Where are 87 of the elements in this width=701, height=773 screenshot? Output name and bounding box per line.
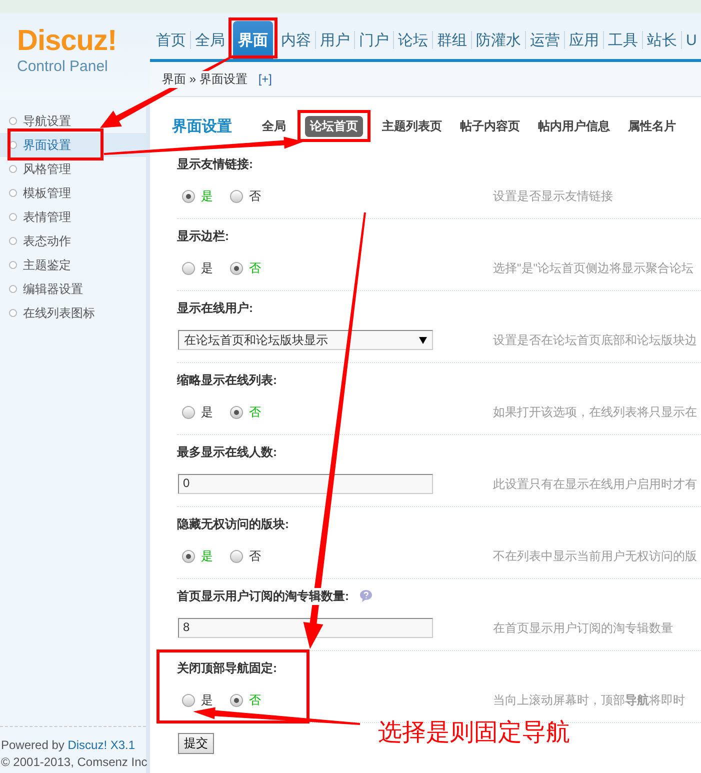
nav-tab[interactable]: 论坛: [396, 21, 430, 59]
bullet-icon: [9, 165, 17, 173]
option-label: 是: [201, 548, 213, 564]
option-label: 是: [201, 260, 213, 276]
option-label: 是: [201, 188, 213, 204]
radio-button[interactable]: [182, 406, 195, 418]
bullet-icon: [9, 213, 17, 221]
setting-label: 关闭顶部导航固定:: [175, 660, 279, 676]
radio-button[interactable]: [182, 262, 195, 274]
sidebar-item[interactable]: 在线列表图标: [0, 301, 146, 325]
help-icon[interactable]: [359, 589, 373, 603]
setting-description: 此设置只有在显示在线用户启用时才有: [493, 476, 697, 492]
input-field[interactable]: 8: [178, 618, 433, 638]
setting-label: 显示边栏:: [175, 228, 231, 244]
sidebar-item[interactable]: 风格管理: [0, 157, 146, 181]
powered-by-text: Powered by Discuz! X3.1: [1, 737, 136, 754]
setting-label: 最多显示在线人数:: [175, 444, 279, 460]
nav-tab[interactable]: 防灌水: [474, 21, 523, 59]
bullet-icon: [9, 237, 17, 245]
nav-tab[interactable]: 运营: [528, 21, 562, 59]
option-label: 否: [249, 548, 261, 564]
bullet-icon: [9, 309, 17, 317]
nav-tab[interactable]: 站长: [645, 21, 679, 59]
bullet-icon: [9, 285, 17, 293]
setting-description: 在首页显示用户订阅的淘专辑数量: [493, 620, 673, 636]
setting-description: 不在列表中显示当前用户无权访问的版: [493, 548, 697, 564]
setting-label: 显示友情链接:: [175, 156, 255, 172]
radio-button[interactable]: [230, 406, 243, 418]
nav-tab[interactable]: 界面: [233, 21, 273, 59]
sub-tab[interactable]: 论坛首页: [305, 116, 363, 136]
caret-icon: [419, 336, 427, 344]
sub-tab[interactable]: 属性名片: [623, 116, 681, 136]
radio-button[interactable]: [230, 190, 243, 202]
nav-tab[interactable]: 用户: [318, 21, 352, 59]
sidebar-item[interactable]: 表情管理: [0, 205, 146, 229]
logo-subtitle: Control Panel: [17, 58, 108, 75]
setting-label: 显示在线用户:: [175, 300, 255, 316]
nav-tab[interactable]: 全局: [193, 21, 227, 59]
nav-tab[interactable]: 门户: [357, 21, 391, 59]
nav-tab[interactable]: 群组: [435, 21, 469, 59]
sub-tab[interactable]: 主题列表页: [377, 116, 447, 136]
radio-button[interactable]: [182, 190, 195, 202]
setting-label: 缩略显示在线列表:: [175, 372, 279, 388]
sidebar-item[interactable]: 模板管理: [0, 181, 146, 205]
sidebar-item[interactable]: 表态动作: [0, 229, 146, 253]
radio-button[interactable]: [230, 550, 243, 562]
option-label: 是: [201, 692, 213, 708]
sub-tab[interactable]: 全局: [257, 116, 291, 136]
copyright-text: © 2001-2013, Comsenz Inc: [1, 754, 148, 771]
sidebar-item[interactable]: 主题鉴定: [0, 253, 146, 277]
option-label: 否: [249, 188, 261, 204]
sidebar-item[interactable]: 编辑器设置: [0, 277, 146, 301]
setting-description: 如果打开该选项，在线列表将只显示在: [493, 404, 697, 420]
setting-description: 设置是否在论坛首页底部和论坛版块边: [493, 332, 697, 348]
option-label: 否: [249, 692, 261, 708]
annotation-box: [228, 18, 278, 58]
nav-tab[interactable]: 首页: [154, 21, 188, 59]
nav-tab[interactable]: 工具: [606, 21, 640, 59]
sidebar-item[interactable]: 界面设置: [0, 133, 146, 157]
sidebar-item[interactable]: 导航设置: [0, 109, 146, 133]
sub-tab[interactable]: 帖子内容页: [455, 116, 525, 136]
radio-button[interactable]: [182, 550, 195, 562]
bullet-icon: [9, 117, 17, 125]
nav-tab[interactable]: 应用: [567, 21, 601, 59]
dropdown[interactable]: 在论坛首页和论坛版块显示: [178, 330, 433, 350]
annotation-text: 选择是则固定导航: [378, 717, 570, 748]
option-label: 否: [249, 404, 261, 420]
setting-label: 首页显示用户订阅的淘专辑数量:: [175, 588, 351, 604]
add-shortcut-link[interactable]: [+]: [258, 72, 272, 86]
bullet-icon: [9, 189, 17, 197]
nav-tab[interactable]: 内容: [279, 21, 313, 59]
nav-tab[interactable]: U: [684, 21, 699, 59]
setting-description: 设置是否显示友情链接: [493, 188, 613, 204]
page-title: 界面设置: [172, 116, 232, 136]
radio-button[interactable]: [230, 262, 243, 274]
setting-description: 当向上滚动屏幕时，顶部导航将即时: [493, 692, 685, 708]
submit-button[interactable]: 提交: [178, 733, 214, 754]
logo-text: Discuz!: [17, 26, 117, 56]
sub-tab[interactable]: 帖内用户信息: [533, 116, 615, 136]
radio-button[interactable]: [182, 694, 195, 706]
bullet-icon: [9, 261, 17, 269]
setting-label: 隐藏无权访问的版块:: [175, 516, 291, 532]
option-label: 否: [249, 260, 261, 276]
setting-description: 选择"是"论坛首页侧边将显示聚合论坛: [493, 260, 694, 276]
option-label: 是: [201, 404, 213, 420]
radio-button[interactable]: [230, 694, 243, 706]
input-field[interactable]: 0: [178, 474, 433, 494]
